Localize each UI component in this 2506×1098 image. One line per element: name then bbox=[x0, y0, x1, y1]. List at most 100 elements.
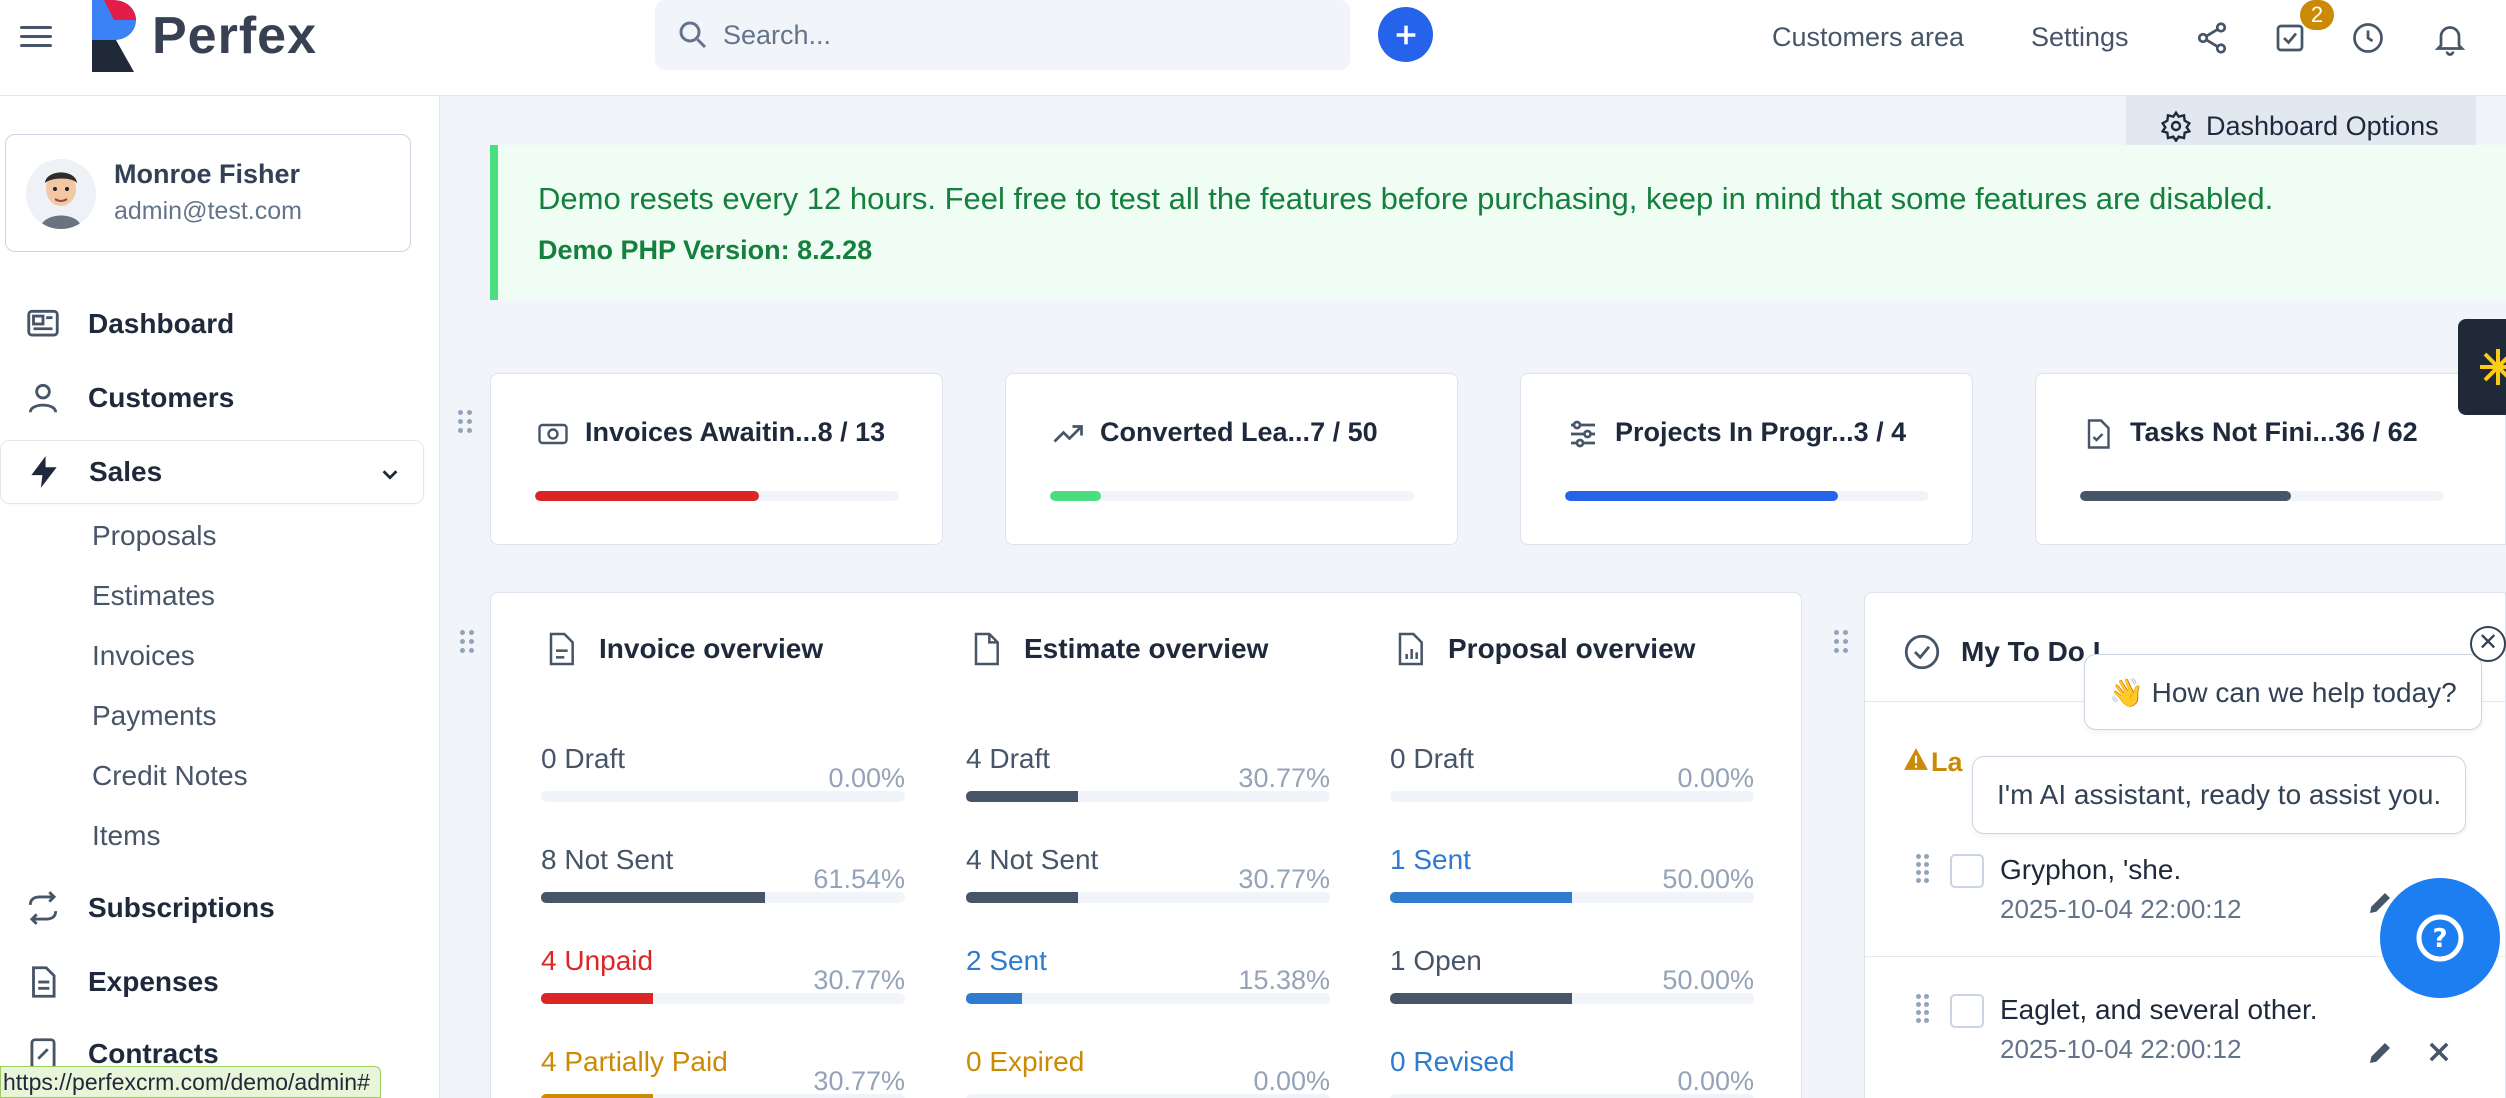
help-chat-button[interactable]: ? bbox=[2380, 878, 2500, 998]
todo-checkbox[interactable] bbox=[1950, 994, 1984, 1028]
widget-drag-handle[interactable] bbox=[458, 410, 478, 438]
overview-row[interactable]: 1 Open 50.00% bbox=[1390, 945, 1754, 1045]
nav-subscriptions-label: Subscriptions bbox=[88, 892, 275, 923]
overview-row-label: 2 Sent bbox=[966, 945, 1047, 977]
edit-pencil-icon[interactable] bbox=[2365, 1038, 2395, 1068]
overview-row[interactable]: 2 Sent 15.38% bbox=[966, 945, 1330, 1045]
settings-link[interactable]: Settings bbox=[2031, 22, 2129, 53]
demo-alert-version: Demo PHP Version: 8.2.28 bbox=[538, 235, 873, 265]
stat-progress-fill bbox=[1565, 491, 1838, 501]
overview-row-label: 4 Unpaid bbox=[541, 945, 653, 977]
overview-progress-track bbox=[1390, 791, 1754, 802]
overview-panel: Invoice overview 0 Draft 0.00% 8 Not Sent 6… bbox=[490, 592, 1802, 1098]
stat-value: 36 / 62 bbox=[2335, 417, 2418, 448]
stat-card-invoices[interactable]: Invoices Awaitin...8 / 13 bbox=[490, 373, 943, 545]
nav-sub-items[interactable]: Items bbox=[92, 820, 160, 852]
overview-progress-track bbox=[1390, 993, 1754, 1004]
estimate-doc-icon bbox=[974, 632, 999, 666]
share-icon[interactable] bbox=[2194, 20, 2230, 56]
overview-row[interactable]: 4 Unpaid 30.77% bbox=[541, 945, 905, 1045]
todo-date: 2025-10-04 22:00:12 bbox=[2000, 894, 2242, 924]
search-input[interactable] bbox=[723, 19, 1323, 51]
overview-row[interactable]: 1 Sent 50.00% bbox=[1390, 844, 1754, 944]
user-icon bbox=[28, 383, 58, 413]
overview-row-status: Expired bbox=[989, 1046, 1085, 1077]
search-icon bbox=[679, 21, 707, 49]
nav-sub-estimates[interactable]: Estimates bbox=[92, 580, 215, 612]
sparkle-icon bbox=[2480, 349, 2506, 385]
overview-row[interactable]: 0 Draft 0.00% bbox=[1390, 743, 1754, 843]
clock-icon[interactable] bbox=[2350, 20, 2386, 56]
customers-area-link[interactable]: Customers area bbox=[1772, 22, 1964, 53]
nav-customers[interactable]: Customers bbox=[0, 366, 424, 430]
chevron-down-icon[interactable] bbox=[379, 463, 401, 485]
nav-sub-proposals[interactable]: Proposals bbox=[92, 520, 217, 552]
overview-title-label: Invoice overview bbox=[599, 633, 824, 664]
search-box[interactable] bbox=[655, 0, 1350, 70]
overview-row-percent: 15.38% bbox=[1238, 965, 1330, 995]
chat-greeting-bubble[interactable]: 👋 How can we help today? bbox=[2084, 654, 2482, 730]
overview-row-count: 4 bbox=[966, 743, 990, 774]
todo-title-label: My To Do I bbox=[1961, 636, 2101, 667]
overview-row-percent: 0.00% bbox=[1677, 763, 1754, 793]
chat-assistant-bubble[interactable]: I'm AI assistant, ready to assist you. bbox=[1972, 756, 2467, 834]
stat-card-projects[interactable]: Projects In Progr...3 / 4 bbox=[1520, 373, 1973, 545]
nav-sub-credit-notes[interactable]: Credit Notes bbox=[92, 760, 248, 792]
overview-progress-track bbox=[966, 1094, 1330, 1098]
quick-create-button[interactable] bbox=[1378, 7, 1433, 62]
proposal-overview: Proposal overview 0 Draft 0.00% 1 Sent 50.0… bbox=[1390, 593, 1754, 1098]
menu-toggle-icon[interactable] bbox=[20, 26, 52, 50]
widget-drag-handle[interactable] bbox=[460, 630, 480, 658]
stat-progress-fill bbox=[2080, 491, 2292, 501]
profile-name: Monroe Fisher bbox=[114, 159, 301, 189]
chat-close-button[interactable]: ✕ bbox=[2470, 626, 2506, 662]
money-icon bbox=[538, 423, 568, 445]
overview-row[interactable]: 4 Draft 30.77% bbox=[966, 743, 1330, 843]
overview-row-percent: 30.77% bbox=[813, 1066, 905, 1096]
overview-row-status: Partially Paid bbox=[564, 1046, 728, 1077]
overview-row-status: Open bbox=[1413, 945, 1482, 976]
nav-dashboard-label: Dashboard bbox=[88, 308, 235, 339]
overview-row[interactable]: 4 Not Sent 30.77% bbox=[966, 844, 1330, 944]
stat-title: Projects In Progr...3 / 4 bbox=[1565, 416, 1906, 452]
overview-row-count: 0 bbox=[966, 1046, 990, 1077]
overview-title-label: Estimate overview bbox=[1024, 633, 1269, 664]
delete-x-icon[interactable] bbox=[2425, 1038, 2453, 1066]
stat-progress-track bbox=[535, 491, 899, 501]
overview-progress-track bbox=[541, 1094, 905, 1098]
profile-card[interactable]: Monroe Fisher admin@test.com bbox=[5, 134, 411, 252]
nav-expenses-label: Expenses bbox=[88, 966, 219, 997]
overview-row-percent: 61.54% bbox=[813, 864, 905, 894]
bell-icon[interactable] bbox=[2432, 20, 2468, 56]
overview-row[interactable]: 8 Not Sent 61.54% bbox=[541, 844, 905, 944]
file-check-icon bbox=[2087, 419, 2110, 449]
overview-progress-track bbox=[966, 993, 1330, 1004]
todo-drag-handle[interactable] bbox=[1916, 994, 1936, 1023]
nav-subscriptions[interactable]: Subscriptions bbox=[0, 876, 424, 940]
overview-row[interactable]: 0 Revised 0.00% bbox=[1390, 1046, 1754, 1098]
nav-expenses[interactable]: Expenses bbox=[0, 950, 424, 1014]
todo-drag-handle[interactable] bbox=[1916, 854, 1936, 883]
demo-alert: Demo resets every 12 hours. Feel free to… bbox=[490, 145, 2506, 300]
widget-drag-handle[interactable] bbox=[1834, 630, 1854, 658]
stat-progress-track bbox=[1050, 491, 1414, 501]
stat-label: Tasks Not Fini... bbox=[2130, 417, 2336, 448]
todo-checkbox[interactable] bbox=[1950, 854, 1984, 888]
tasks-check-icon[interactable] bbox=[2272, 20, 2308, 56]
side-feedback-tab[interactable] bbox=[2458, 319, 2506, 415]
stat-card-leads[interactable]: Converted Lea...7 / 50 bbox=[1005, 373, 1458, 545]
overview-row-label: 8 Not Sent bbox=[541, 844, 673, 876]
stat-card-tasks[interactable]: Tasks Not Fini...36 / 62 bbox=[2035, 373, 2506, 545]
nav-sub-payments[interactable]: Payments bbox=[92, 700, 217, 732]
proposal-chart-icon bbox=[1398, 632, 1423, 666]
nav-sales[interactable]: Sales bbox=[0, 440, 424, 504]
nav-sub-invoices[interactable]: Invoices bbox=[92, 640, 195, 672]
logo[interactable]: Perfex bbox=[90, 0, 317, 72]
overview-row[interactable]: 4 Partially Paid 30.77% bbox=[541, 1046, 905, 1098]
overview-row[interactable]: 0 Expired 0.00% bbox=[966, 1046, 1330, 1098]
nav-dashboard[interactable]: Dashboard bbox=[0, 292, 424, 356]
overview-row[interactable]: 0 Draft 0.00% bbox=[541, 743, 905, 843]
warning-icon bbox=[1903, 747, 1931, 778]
overview-progress-track bbox=[966, 892, 1330, 903]
overview-row-status: Sent bbox=[989, 945, 1047, 976]
